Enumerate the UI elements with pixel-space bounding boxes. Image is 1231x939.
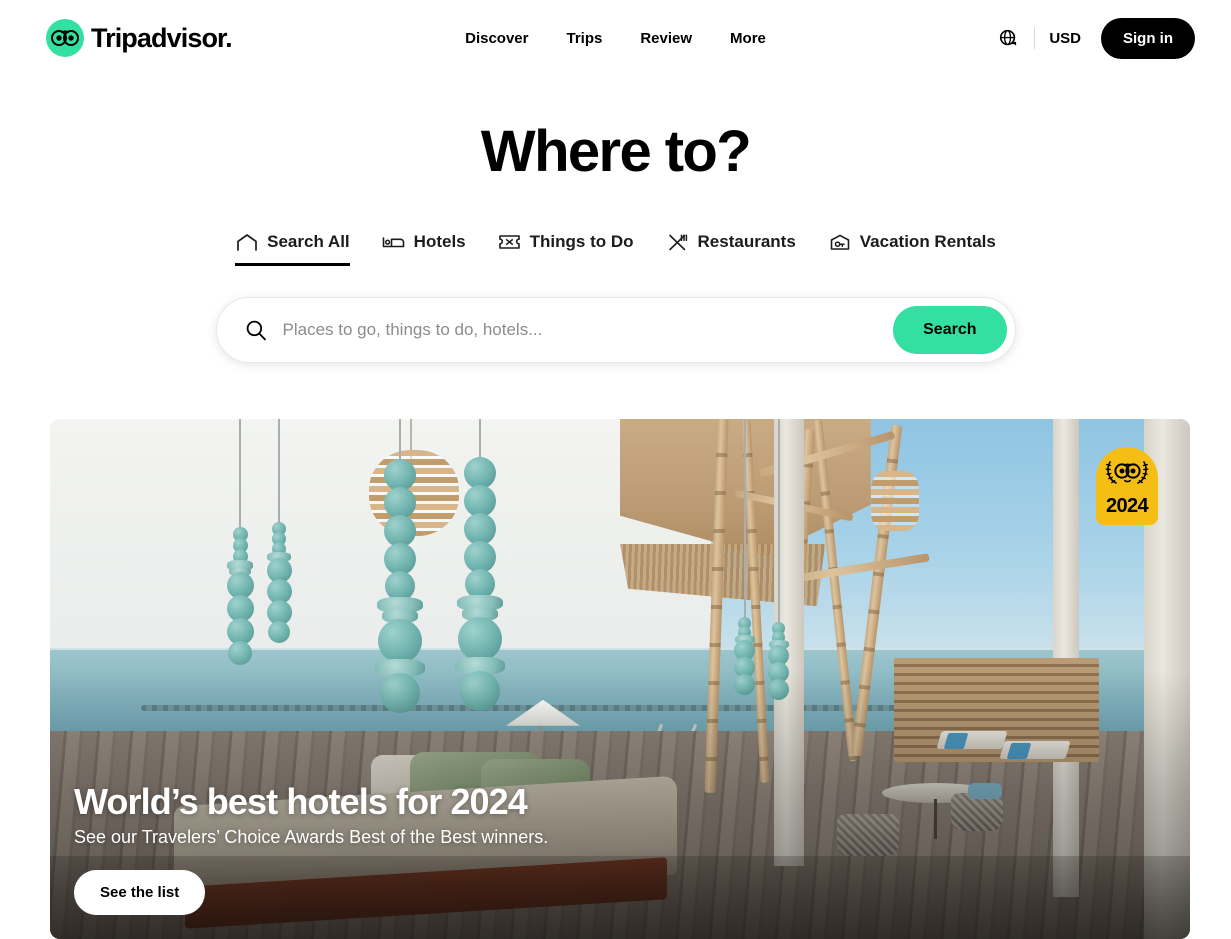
- promo-banner[interactable]: 2024 World’s best hotels for 2024 See ou…: [50, 419, 1190, 939]
- tripadvisor-owl-icon: [46, 19, 84, 57]
- tab-things-to-do[interactable]: Things to Do: [498, 231, 634, 266]
- tab-label: Search All: [267, 232, 350, 251]
- globe-language-icon[interactable]: [996, 26, 1020, 50]
- search-bar-container: Search: [0, 297, 1231, 363]
- tab-vacation-rentals[interactable]: Vacation Rentals: [828, 231, 996, 266]
- tripadvisor-logo[interactable]: Tripadvisor: [46, 19, 232, 57]
- site-header: Tripadvisor Discover Trips Review More U…: [0, 0, 1231, 76]
- travelers-choice-owl-laurel-icon: [1104, 456, 1150, 495]
- logo-wordmark: Tripadvisor: [91, 23, 232, 54]
- tab-label: Restaurants: [697, 232, 796, 251]
- banner-subtitle: See our Travelers’ Choice Awards Best of…: [74, 827, 549, 847]
- nav-item-more[interactable]: More: [730, 30, 766, 47]
- banner-title: World’s best hotels for 2024: [74, 781, 528, 822]
- tab-label: Vacation Rentals: [859, 232, 996, 251]
- bed-icon: [382, 231, 406, 253]
- home-outline-icon: [235, 231, 259, 253]
- tab-label: Things to Do: [529, 232, 634, 251]
- tab-search-all[interactable]: Search All: [235, 231, 350, 266]
- page-title: Where to?: [480, 119, 752, 184]
- search-bar[interactable]: Search: [215, 297, 1016, 363]
- ticket-icon: [498, 231, 522, 253]
- currency-selector[interactable]: USD: [1049, 30, 1081, 47]
- nav-item-review[interactable]: Review: [640, 30, 692, 47]
- badge-year-label: 2024: [1105, 495, 1149, 517]
- search-input[interactable]: [268, 320, 894, 340]
- search-button[interactable]: Search: [893, 306, 1007, 354]
- header-divider: [1034, 27, 1036, 49]
- house-key-icon: [828, 231, 852, 253]
- main-navigation: Discover Trips Review More: [465, 30, 766, 47]
- tab-hotels[interactable]: Hotels: [382, 231, 466, 266]
- fork-knife-icon: [666, 231, 690, 253]
- search-category-tabs: Search All Hotels Things to Do Restauran…: [0, 231, 1231, 266]
- nav-item-trips[interactable]: Trips: [566, 30, 602, 47]
- banner-content: World’s best hotels for 2024 See our Tra…: [74, 781, 548, 915]
- header-actions: USD Sign in: [996, 17, 1195, 59]
- tab-restaurants[interactable]: Restaurants: [666, 231, 796, 266]
- tab-label: Hotels: [413, 232, 466, 251]
- magnifier-icon: [243, 317, 269, 343]
- travelers-choice-badge: 2024: [1096, 447, 1158, 525]
- see-the-list-button[interactable]: See the list: [74, 870, 206, 915]
- nav-item-discover[interactable]: Discover: [465, 30, 528, 47]
- sign-in-button[interactable]: Sign in: [1101, 17, 1195, 59]
